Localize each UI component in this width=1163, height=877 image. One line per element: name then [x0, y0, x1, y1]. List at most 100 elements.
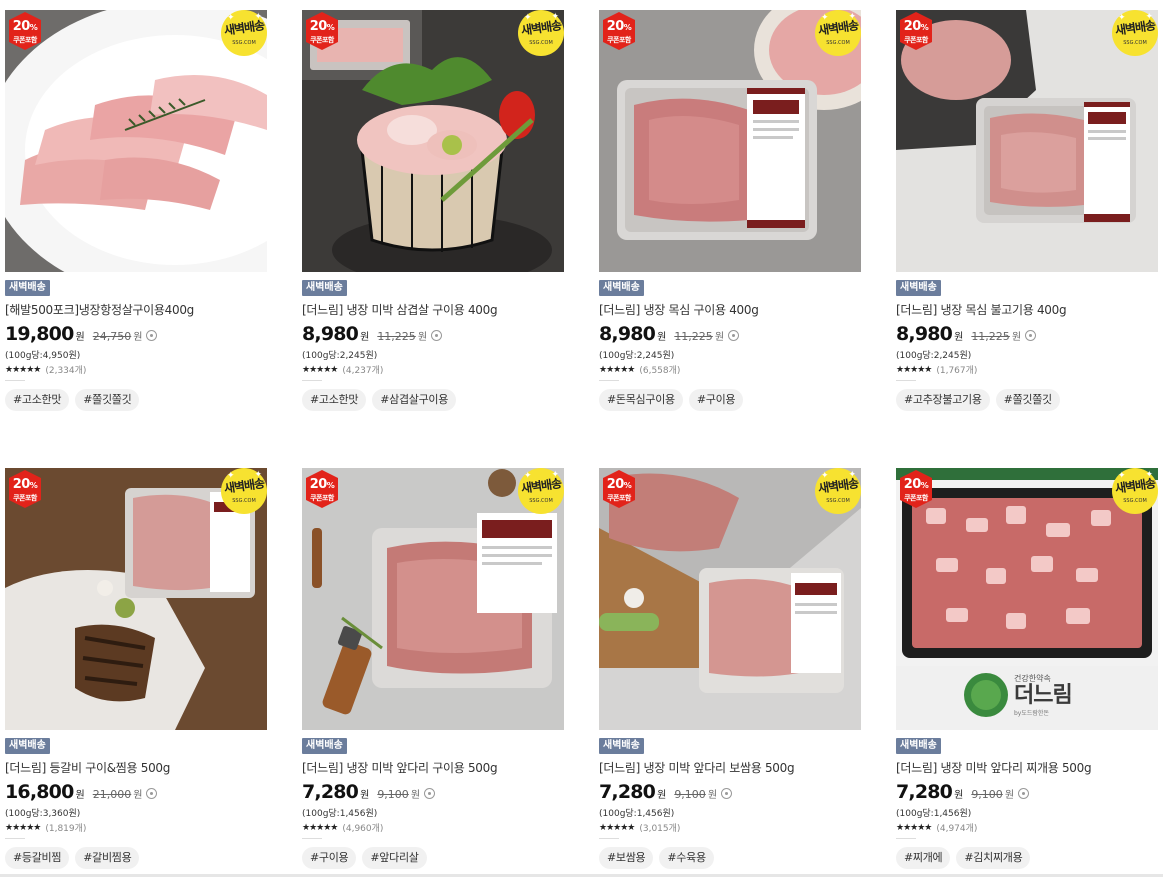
hashtag[interactable]: #김치찌개용 — [956, 847, 1031, 869]
coupon-badge: 20% 쿠폰포함 — [7, 470, 43, 508]
divider — [599, 838, 619, 839]
review-count: (1,767개) — [936, 366, 978, 376]
price-info-icon[interactable] — [728, 330, 740, 341]
original-price: 21,000 — [92, 788, 132, 801]
product-title[interactable]: [더느림] 냉장 목심 구이용 400g — [599, 301, 861, 318]
product-card[interactable]: 20% 쿠폰포함 ✦ ✦ 새벽배송 SSG.COM 새벽배송 [더느림] 냉장 목… — [896, 10, 1158, 450]
hashtag-list: #고추장불고기용 #쫄깃쫄깃 — [896, 389, 1060, 411]
star-rating-icon: ★★★★★ — [599, 364, 635, 375]
review-count: (4,960개) — [342, 824, 384, 834]
unit-price: (100g당:1,456원) — [896, 809, 972, 819]
hashtag[interactable]: #고소한맛 — [302, 389, 367, 411]
product-title[interactable]: [더느림] 냉장 미박 삼겹살 구이용 400g — [302, 301, 564, 318]
rating: ★★★★★ (1,819개) — [5, 821, 86, 835]
divider — [302, 380, 322, 381]
hashtag-list: #구이용 #앞다리살 — [302, 847, 427, 869]
price-row: 7,280 원 9,100 원 — [896, 781, 1030, 805]
dawn-delivery-badge: ✦ ✦ 새벽배송 SSG.COM — [518, 468, 564, 514]
dawn-delivery-badge: ✦ ✦ 새벽배송 SSG.COM — [1112, 10, 1158, 56]
product-card[interactable]: 20% 쿠폰포함 ✦ ✦ 새벽배송 SSG.COM 새벽배송 [더느림] 냉장 미… — [302, 468, 564, 877]
product-title[interactable]: [더느림] 냉장 미박 앞다리 구이용 500g — [302, 759, 564, 776]
hashtag[interactable]: #등갈비찜 — [5, 847, 70, 869]
coupon-badge: 20% 쿠폰포함 — [898, 470, 934, 508]
price-row: 19,800 원 24,750 원 — [5, 323, 158, 347]
coupon-badge: 20% 쿠폰포함 — [601, 12, 637, 50]
product-card[interactable]: 20% 쿠폰포함 ✦ ✦ 새벽배송 SSG.COM 새벽배송 [더느림] 등갈비 … — [5, 468, 267, 877]
price-info-icon[interactable] — [146, 788, 158, 799]
price-row: 7,280 원 9,100 원 — [302, 781, 436, 805]
price-row: 8,980 원 11,225 원 — [302, 323, 443, 347]
hashtag[interactable]: #고소한맛 — [5, 389, 70, 411]
price-row: 8,980 원 11,225 원 — [599, 323, 740, 347]
hashtag-list: #등갈비찜 #갈비찜용 — [5, 847, 140, 869]
hashtag[interactable]: #삼겹살구이용 — [372, 389, 457, 411]
price-info-icon[interactable] — [721, 788, 733, 799]
unit-price: (100g당:1,456원) — [302, 809, 378, 819]
hashtag[interactable]: #구이용 — [302, 847, 357, 869]
hashtag[interactable]: #앞다리살 — [362, 847, 427, 869]
original-price: 9,100 — [674, 788, 706, 801]
product-title[interactable]: [더느림] 냉장 미박 앞다리 찌개용 500g — [896, 759, 1158, 776]
hashtag[interactable]: #쫄깃쫄깃 — [995, 389, 1060, 411]
product-card[interactable]: 20% 쿠폰포함 ✦ ✦ 새벽배송 SSG.COM 새벽배송 [더느림] 냉장 목… — [599, 10, 861, 450]
star-rating-icon: ★★★★★ — [896, 364, 932, 375]
price-info-icon[interactable] — [1018, 788, 1030, 799]
star-rating-icon: ★★★★★ — [599, 822, 635, 833]
dawn-delivery-badge: ✦ ✦ 새벽배송 SSG.COM — [221, 10, 267, 56]
delivery-tag: 새벽배송 — [302, 280, 347, 296]
hashtag[interactable]: #고추장불고기용 — [896, 389, 990, 411]
divider — [896, 380, 916, 381]
review-count: (4,237개) — [342, 366, 384, 376]
sale-price: 8,980 — [302, 323, 359, 345]
hashtag[interactable]: #쫄깃쫄깃 — [75, 389, 140, 411]
product-title[interactable]: [더느림] 냉장 미박 앞다리 보쌈용 500g — [599, 759, 861, 776]
price-info-icon[interactable] — [1025, 330, 1037, 341]
dawn-delivery-badge: ✦ ✦ 새벽배송 SSG.COM — [815, 10, 861, 56]
price-info-icon[interactable] — [431, 330, 443, 341]
rating: ★★★★★ (1,767개) — [896, 363, 978, 377]
coupon-badge: 20% 쿠폰포함 — [601, 470, 637, 508]
sale-price: 7,280 — [599, 781, 656, 803]
brand-logo: 건강한약속 더느림 by도드람한돈 — [1014, 674, 1073, 717]
unit-price: (100g당:2,245원) — [896, 351, 972, 361]
hashtag-list: #보쌈용 #수육용 — [599, 847, 714, 869]
delivery-tag: 새벽배송 — [5, 280, 50, 296]
delivery-tag: 새벽배송 — [302, 738, 347, 754]
coupon-badge: 20% 쿠폰포함 — [898, 12, 934, 50]
product-card[interactable]: 건강한약속 더느림 by도드람한돈 20% 쿠폰포함 ✦ ✦ 새벽배송 SSG.C… — [896, 468, 1158, 877]
hashtag[interactable]: #수육용 — [659, 847, 714, 869]
unit-price: (100g당:1,456원) — [599, 809, 675, 819]
hashtag-list: #돈목심구이용 #구이용 — [599, 389, 744, 411]
dawn-delivery-badge: ✦ ✦ 새벽배송 SSG.COM — [221, 468, 267, 514]
hashtag[interactable]: #보쌈용 — [599, 847, 654, 869]
delivery-tag: 새벽배송 — [599, 738, 644, 754]
coupon-badge: 20% 쿠폰포함 — [7, 12, 43, 50]
price-info-icon[interactable] — [146, 330, 158, 341]
sale-price: 7,280 — [302, 781, 359, 803]
review-count: (4,974개) — [936, 824, 978, 834]
rating: ★★★★★ (3,015개) — [599, 821, 680, 835]
hashtag[interactable]: #갈비찜용 — [75, 847, 140, 869]
original-price: 9,100 — [377, 788, 409, 801]
product-card[interactable]: 20% 쿠폰포함 ✦ ✦ 새벽배송 SSG.COM 새벽배송 [더느림] 냉장 미… — [599, 468, 861, 877]
product-card[interactable]: 20% 쿠폰포함 ✦ ✦ 새벽배송 SSG.COM 새벽배송 [해발500포크]냉… — [5, 10, 267, 450]
original-price: 11,225 — [971, 330, 1010, 343]
product-card[interactable]: 20% 쿠폰포함 ✦ ✦ 새벽배송 SSG.COM 새벽배송 [더느림] 냉장 미… — [302, 10, 564, 450]
hashtag[interactable]: #찌개에 — [896, 847, 951, 869]
product-title[interactable]: [해발500포크]냉장항정살구이용400g — [5, 301, 267, 318]
delivery-tag: 새벽배송 — [896, 738, 941, 754]
divider — [302, 838, 322, 839]
hashtag[interactable]: #구이용 — [688, 389, 744, 411]
unit-price: (100g당:4,950원) — [5, 351, 81, 361]
divider — [896, 838, 916, 839]
star-rating-icon: ★★★★★ — [302, 364, 338, 375]
product-title[interactable]: [더느림] 냉장 목심 불고기용 400g — [896, 301, 1158, 318]
original-price: 11,225 — [377, 330, 416, 343]
sale-price: 7,280 — [896, 781, 953, 803]
sale-price: 8,980 — [896, 323, 953, 345]
hashtag[interactable]: #돈목심구이용 — [599, 389, 683, 411]
product-title[interactable]: [더느림] 등갈비 구이&찜용 500g — [5, 759, 267, 776]
price-info-icon[interactable] — [424, 788, 436, 799]
original-price: 9,100 — [971, 788, 1003, 801]
rating: ★★★★★ (6,558개) — [599, 363, 680, 377]
